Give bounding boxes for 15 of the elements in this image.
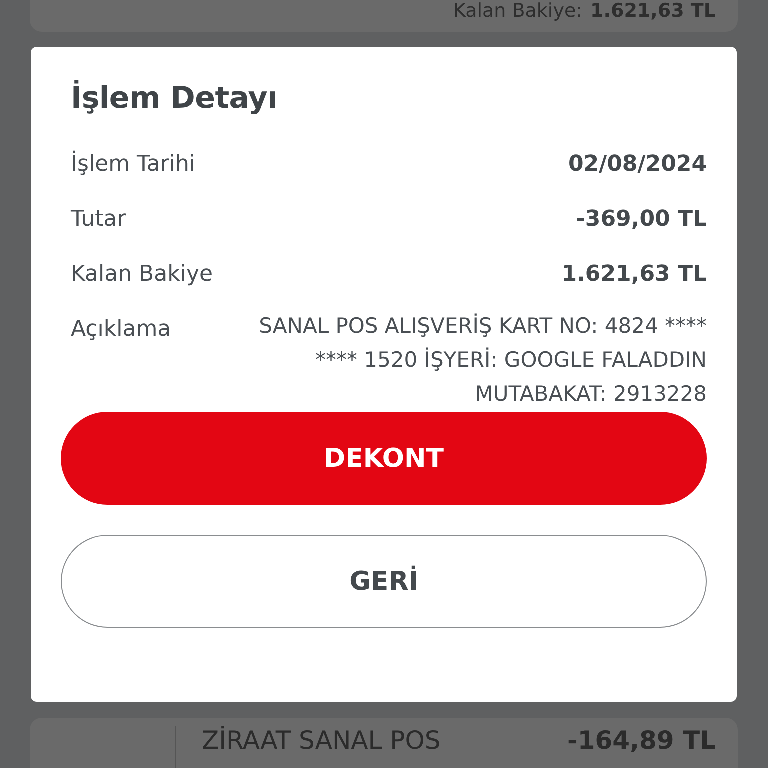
detail-label: İşlem Tarihi [71, 152, 196, 177]
back-button[interactable]: GERİ [61, 535, 707, 628]
balance-label: Kalan Bakiye: [453, 0, 583, 22]
detail-label: Açıklama [71, 317, 172, 342]
detail-value: 02/08/2024 [568, 152, 707, 177]
detail-value: -369,00 TL [576, 207, 707, 232]
transaction-amount: -164,89 TL [567, 726, 716, 757]
dialog-title: İşlem Detayı [71, 81, 279, 116]
detail-label: Tutar [71, 207, 126, 232]
description-value: SANAL POS ALIŞVERİŞ KART NO: 4824 **** **** 1520 İŞYERİ: GOOGLE FALADDIN MUTABAKAT: 2913228 [258, 312, 707, 408]
transaction-description: ZİRAAT SANAL POS [202, 726, 441, 757]
receipt-button[interactable]: DEKONT [61, 412, 707, 505]
balance-value: 1.621,63 TL [590, 0, 716, 22]
detail-value: 1.621,63 TL [562, 262, 707, 287]
detail-label: Kalan Bakiye [71, 262, 214, 287]
